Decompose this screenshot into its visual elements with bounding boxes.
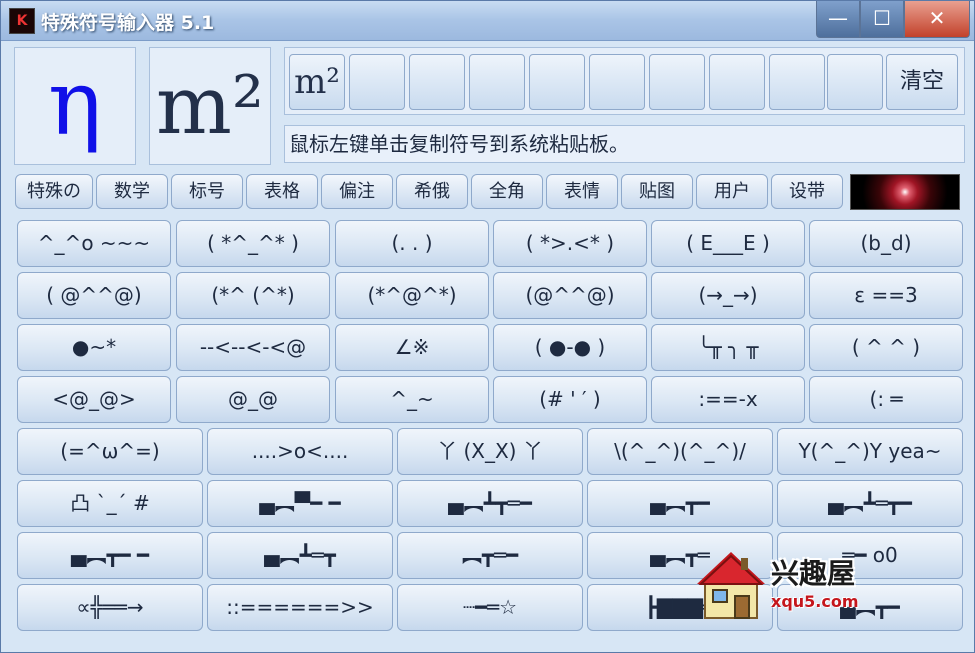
symbol-button[interactable]: 丫 (X_X) 丫 [397,428,583,475]
symbol-button[interactable]: ▄︻┻═┳ [207,532,393,579]
history-cell[interactable] [409,54,465,110]
recent-symbol-preview: m² [149,47,271,165]
symbol-button[interactable]: ︻┳═━ [397,532,583,579]
symbol-button[interactable]: ●~* [17,324,171,371]
window-title: 特殊符号输入器 5.1 [41,12,215,34]
symbol-button[interactable]: ( @^^@) [17,272,171,319]
symbol-button[interactable]: (*^ (^*) [176,272,330,319]
minimize-button[interactable]: — [816,1,860,38]
symbol-button[interactable]: Y(^_^)Y yea~ [777,428,963,475]
symbol-button[interactable]: ▄︻┻═┳━ [777,480,963,527]
symbol-button[interactable]: ( ●-● ) [493,324,647,371]
symbol-button[interactable]: @_@ [176,376,330,423]
symbol-button[interactable]: ▄︻▀━ ━ [207,480,393,527]
history-cell[interactable] [709,54,765,110]
symbol-button[interactable]: ^_~ [335,376,489,423]
tab-emoticons[interactable]: 表情 [546,174,618,209]
history-cell[interactable] [827,54,883,110]
house-logo-icon [697,552,765,619]
symbol-button[interactable]: (b_d) [809,220,963,267]
tab-marks[interactable]: 标号 [171,174,243,209]
title-bar[interactable]: K 特殊符号输入器 5.1 — ☐ ✕ [1,1,974,41]
clear-button[interactable]: 清空 [886,54,958,110]
tab-fullwidth[interactable]: 全角 [471,174,543,209]
symbol-button[interactable]: (: ═ [809,376,963,423]
watermark-brand: 兴趣屋 [771,557,856,590]
symbol-button[interactable]: ( *^_^* ) [176,220,330,267]
history-cell[interactable] [469,54,525,110]
history-cell[interactable]: m² [289,54,345,110]
symbol-button[interactable]: ╰╥ ╮ ╥ [651,324,805,371]
watermark: 兴趣屋 xqu5.com [691,546,871,626]
history-cell[interactable] [589,54,645,110]
history-cell[interactable] [649,54,705,110]
symbol-button[interactable]: (# ' ′ ) [493,376,647,423]
symbol-button[interactable]: (*^@^*) [335,272,489,319]
close-button[interactable]: ✕ [904,1,970,38]
tab-settings[interactable]: 设带 [771,174,843,209]
symbol-button[interactable]: (. . ) [335,220,489,267]
history-cell[interactable] [769,54,825,110]
symbol-button[interactable]: (→_→) [651,272,805,319]
hint-text: 鼠标左键单击复制符号到系统粘贴板。 [284,125,965,163]
watermark-url: xqu5.com [771,592,859,611]
symbol-button[interactable]: ( E___E ) [651,220,805,267]
symbol-button[interactable]: ::======>> [207,584,393,631]
tab-table[interactable]: 表格 [246,174,318,209]
symbol-button[interactable]: (=^ω^=) [17,428,203,475]
symbol-preview: η [14,47,136,165]
symbol-button[interactable]: ( ^ ^ ) [809,324,963,371]
symbol-button[interactable]: :==-x [651,376,805,423]
symbol-button[interactable]: ....>o<.... [207,428,393,475]
symbol-button[interactable]: ∝╬══→ [17,584,203,631]
tab-special[interactable]: 特殊の [15,174,93,209]
symbol-button[interactable]: ^_^o ~~~ [17,220,171,267]
symbol-button[interactable]: ▄︻┳━ ━ [17,532,203,579]
symbol-button[interactable]: <@_@> [17,376,171,423]
banner-image[interactable] [850,174,960,210]
tab-user[interactable]: 用户 [696,174,768,209]
tab-greek-russian[interactable]: 希俄 [396,174,468,209]
symbol-button[interactable]: --<--<-<@ [176,324,330,371]
symbol-button[interactable]: ▄︻┳━ [587,480,773,527]
symbol-button[interactable]: (@^^@) [493,272,647,319]
symbol-button[interactable]: ε ==3 [809,272,963,319]
symbol-button[interactable]: \(^_^)(^_^)/ [587,428,773,475]
history-cell[interactable] [529,54,585,110]
app-window: K 特殊符号输入器 5.1 — ☐ ✕ η m² m² 清空 鼠标左键单击复制符… [0,0,975,653]
symbol-button[interactable]: ▄︻┻┳═━ [397,480,583,527]
symbol-button[interactable]: ∠※ [335,324,489,371]
symbol-button[interactable]: ┈━═☆ [397,584,583,631]
symbol-button[interactable]: ( *>.<* ) [493,220,647,267]
window-controls: — ☐ ✕ [816,1,970,39]
symbol-button[interactable]: 凸 `_´ # [17,480,203,527]
tab-radicals[interactable]: 偏注 [321,174,393,209]
history-bar: m² 清空 [284,47,965,115]
tab-pictures[interactable]: 贴图 [621,174,693,209]
history-cell[interactable] [349,54,405,110]
tab-math[interactable]: 数学 [96,174,168,209]
app-icon: K [9,8,35,34]
maximize-button[interactable]: ☐ [860,1,904,38]
